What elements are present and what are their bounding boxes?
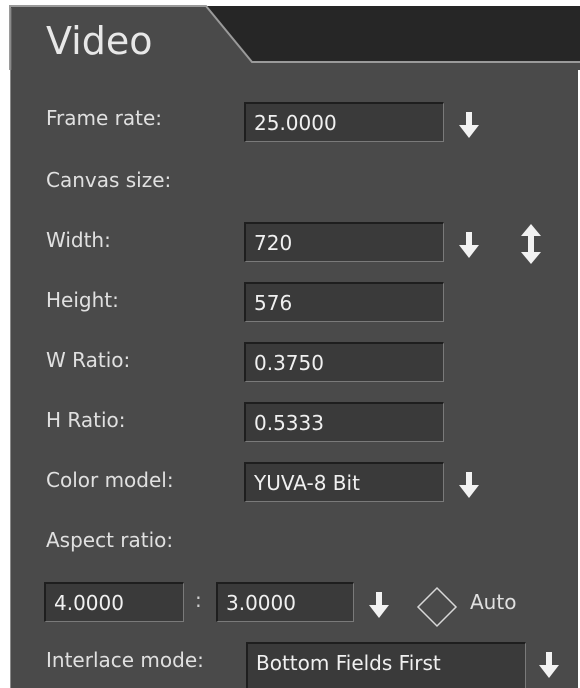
frame-rate-label: Frame rate: (46, 106, 163, 130)
arrow-down-icon (459, 232, 479, 258)
height-input[interactable]: 576 (244, 282, 444, 322)
diamond-checkbox-icon (416, 586, 458, 628)
interlace-mode-select[interactable]: Bottom Fields First (246, 642, 526, 688)
arrow-down-icon (459, 112, 479, 138)
arrow-down-icon (459, 472, 479, 498)
aspect-width-input[interactable]: 4.0000 (44, 582, 184, 622)
swap-dimensions-button[interactable] (516, 222, 546, 266)
auto-aspect-checkbox[interactable] (414, 584, 460, 630)
auto-label: Auto (470, 590, 517, 614)
aspect-separator: : (195, 588, 202, 612)
swap-vertical-icon (521, 224, 541, 264)
h-ratio-label: H Ratio: (46, 408, 126, 432)
width-dropdown-button[interactable] (456, 230, 482, 260)
aspect-ratio-label: Aspect ratio: (46, 528, 174, 552)
aspect-ratio-dropdown-button[interactable] (366, 590, 392, 620)
interlace-mode-dropdown-button[interactable] (536, 650, 562, 680)
interlace-mode-label: Interlace mode: (46, 648, 204, 672)
w-ratio-label: W Ratio: (46, 348, 131, 372)
color-model-dropdown-button[interactable] (456, 470, 482, 500)
h-ratio-input[interactable]: 0.5333 (244, 402, 444, 442)
frame-rate-input[interactable]: 25.0000 (244, 102, 444, 142)
w-ratio-input[interactable]: 0.3750 (244, 342, 444, 382)
width-label: Width: (46, 228, 111, 252)
canvas-size-label: Canvas size: (46, 168, 172, 192)
frame-rate-dropdown-button[interactable] (456, 110, 482, 140)
video-settings-window: Video Frame rate: 25.0000 Canvas size: W… (0, 0, 580, 688)
arrow-down-icon (369, 592, 389, 618)
height-label: Height: (46, 288, 119, 312)
aspect-height-input[interactable]: 3.0000 (216, 582, 354, 622)
color-model-select[interactable]: YUVA-8 Bit (244, 462, 444, 502)
width-input[interactable]: 720 (244, 222, 444, 262)
tab-video[interactable]: Video (46, 22, 152, 60)
color-model-label: Color model: (46, 468, 174, 492)
arrow-down-icon (539, 652, 559, 678)
